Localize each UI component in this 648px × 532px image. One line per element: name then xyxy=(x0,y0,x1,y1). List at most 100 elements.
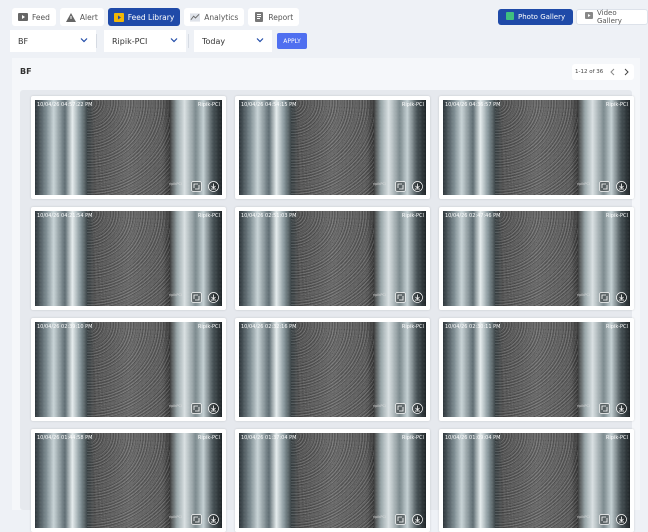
expand-image-icon[interactable] xyxy=(599,181,610,192)
camera-snapshot[interactable]: 10/04/26 01:09:04 PM Ripik-PCI ripikPCI xyxy=(443,433,630,528)
download-icon[interactable] xyxy=(412,181,423,192)
watermark: ripikPCI xyxy=(168,515,182,519)
camera-snapshot[interactable]: 10/04/26 02:30:11 PM Ripik-PCI ripikPCI xyxy=(443,322,630,417)
timestamp: 10/04/26 04:21:54 PM xyxy=(37,213,93,219)
expand-image-icon[interactable] xyxy=(395,181,406,192)
expand-image-icon[interactable] xyxy=(191,292,202,303)
video-gallery-button[interactable]: Video Gallery xyxy=(576,9,648,25)
top-bar: Feed Alert Feed Library Analytics Report… xyxy=(0,0,648,34)
report-icon xyxy=(254,12,264,22)
gallery-card[interactable]: 10/04/26 02:32:16 PM Ripik-PCI ripikPCI xyxy=(235,318,430,421)
nav-feed-library[interactable]: Feed Library xyxy=(107,8,181,26)
expand-image-icon[interactable] xyxy=(599,403,610,414)
gallery-card[interactable]: 10/04/26 04:36:57 PM Ripik-PCI ripikPCI xyxy=(439,96,634,199)
timestamp: 10/04/26 01:44:58 PM xyxy=(37,435,93,441)
camera-select[interactable]: Ripik-PCI xyxy=(104,30,186,52)
watermark: ripikPCI xyxy=(372,293,386,297)
expand-image-icon[interactable] xyxy=(599,514,610,525)
camera-label: Ripik-PCI xyxy=(401,324,424,330)
download-icon[interactable] xyxy=(412,514,423,525)
photo-gallery-button[interactable]: Photo Gallery xyxy=(498,9,574,25)
apply-button[interactable]: APPLY xyxy=(277,33,307,49)
camera-snapshot[interactable]: 10/04/26 02:32:16 PM Ripik-PCI ripikPCI xyxy=(239,322,426,417)
timestamp: 10/04/26 04:57:22 PM xyxy=(37,102,93,108)
pagination: 1-12 of 36 xyxy=(572,64,634,80)
gallery-card[interactable]: 10/04/26 01:44:58 PM Ripik-PCI ripikPCI xyxy=(31,429,226,532)
gallery-card[interactable]: 10/04/26 01:09:04 PM Ripik-PCI ripikPCI xyxy=(439,429,634,532)
download-icon[interactable] xyxy=(208,403,219,414)
timestamp: 10/04/26 02:47:46 PM xyxy=(445,213,501,219)
download-icon[interactable] xyxy=(616,514,627,525)
camera-snapshot[interactable]: 10/04/26 02:51:03 PM Ripik-PCI ripikPCI xyxy=(239,211,426,306)
download-icon[interactable] xyxy=(616,292,627,303)
alert-icon xyxy=(65,12,76,22)
camera-label: Ripik-PCI xyxy=(605,324,628,330)
watermark: ripikPCI xyxy=(576,515,590,519)
gallery-card[interactable]: 10/04/26 02:51:03 PM Ripik-PCI ripikPCI xyxy=(235,207,430,310)
date-select[interactable]: Today xyxy=(194,30,272,52)
gallery-card[interactable]: 10/04/26 02:39:10 PM Ripik-PCI ripikPCI xyxy=(31,318,226,421)
nav-feed[interactable]: Feed xyxy=(12,8,56,26)
gallery-card[interactable]: 10/04/26 04:54:15 PM Ripik-PCI ripikPCI xyxy=(235,96,430,199)
camera-snapshot[interactable]: 10/04/26 02:47:46 PM Ripik-PCI ripikPCI xyxy=(443,211,630,306)
camera-snapshot[interactable]: 10/04/26 01:44:58 PM Ripik-PCI ripikPCI xyxy=(35,433,222,528)
expand-image-icon[interactable] xyxy=(395,292,406,303)
gallery-card[interactable]: 10/04/26 04:57:22 PM Ripik-PCI ripikPCI xyxy=(31,96,226,199)
camera-label: Ripik-PCI xyxy=(197,102,220,108)
expand-image-icon[interactable] xyxy=(395,514,406,525)
photo-gallery-icon xyxy=(506,12,514,22)
image-grid: 10/04/26 04:57:22 PM Ripik-PCI ripikPCI 10/… xyxy=(20,90,634,532)
location-select[interactable]: BF xyxy=(10,30,96,52)
filter-bar: BF Ripik-PCI Today APPLY xyxy=(10,30,638,52)
camera-snapshot[interactable]: 10/04/26 04:54:15 PM Ripik-PCI ripikPCI xyxy=(239,100,426,195)
gallery-card[interactable]: 10/04/26 01:37:04 PM Ripik-PCI ripikPCI xyxy=(235,429,430,532)
nav-analytics[interactable]: Analytics xyxy=(184,8,245,26)
feed-icon xyxy=(18,12,28,22)
expand-image-icon[interactable] xyxy=(599,292,610,303)
video-gallery-label: Video Gallery xyxy=(597,9,622,25)
watermark: ripikPCI xyxy=(168,404,182,408)
timestamp: 10/04/26 02:32:16 PM xyxy=(241,324,297,330)
nav-report[interactable]: Report xyxy=(248,8,300,26)
expand-image-icon[interactable] xyxy=(191,181,202,192)
chevron-down-icon xyxy=(256,38,264,43)
download-icon[interactable] xyxy=(412,403,423,414)
expand-image-icon[interactable] xyxy=(191,403,202,414)
download-icon[interactable] xyxy=(208,292,219,303)
watermark: ripikPCI xyxy=(576,404,590,408)
download-icon[interactable] xyxy=(412,292,423,303)
timestamp: 10/04/26 02:51:03 PM xyxy=(241,213,297,219)
camera-label: Ripik-PCI xyxy=(401,435,424,441)
nav-feed-label: Feed xyxy=(32,12,50,22)
timestamp: 10/04/26 04:36:57 PM xyxy=(445,102,501,108)
location-value: BF xyxy=(18,36,29,46)
camera-snapshot[interactable]: 10/04/26 02:39:10 PM Ripik-PCI ripikPCI xyxy=(35,322,222,417)
download-icon[interactable] xyxy=(616,403,627,414)
download-icon[interactable] xyxy=(208,181,219,192)
video-gallery-icon xyxy=(585,12,593,22)
camera-snapshot[interactable]: 10/04/26 01:37:04 PM Ripik-PCI ripikPCI xyxy=(239,433,426,528)
camera-snapshot[interactable]: 10/04/26 04:21:54 PM Ripik-PCI ripikPCI xyxy=(35,211,222,306)
pagination-text: 1-12 of 36 xyxy=(575,69,604,75)
camera-label: Ripik-PCI xyxy=(197,435,220,441)
camera-snapshot[interactable]: 10/04/26 04:57:22 PM Ripik-PCI ripikPCI xyxy=(35,100,222,195)
watermark: ripikPCI xyxy=(576,293,590,297)
gallery-card[interactable]: 10/04/26 02:47:46 PM Ripik-PCI ripikPCI xyxy=(439,207,634,310)
expand-image-icon[interactable] xyxy=(395,403,406,414)
watermark: ripikPCI xyxy=(372,404,386,408)
camera-label: Ripik-PCI xyxy=(605,102,628,108)
download-icon[interactable] xyxy=(208,514,219,525)
chevron-right-icon[interactable] xyxy=(622,68,630,76)
nav-alert[interactable]: Alert xyxy=(59,8,104,26)
download-icon[interactable] xyxy=(616,181,627,192)
timestamp: 10/04/26 04:54:15 PM xyxy=(241,102,297,108)
watermark: ripikPCI xyxy=(576,182,590,186)
chevron-left-icon[interactable] xyxy=(609,68,617,76)
gallery-card[interactable]: 10/04/26 02:30:11 PM Ripik-PCI ripikPCI xyxy=(439,318,634,421)
expand-image-icon[interactable] xyxy=(191,514,202,525)
nav-report-label: Report xyxy=(268,12,294,22)
gallery-card[interactable]: 10/04/26 04:21:54 PM Ripik-PCI ripikPCI xyxy=(31,207,226,310)
filter-divider xyxy=(188,34,189,48)
camera-snapshot[interactable]: 10/04/26 04:36:57 PM Ripik-PCI ripikPCI xyxy=(443,100,630,195)
panel-title: BF xyxy=(20,67,32,76)
